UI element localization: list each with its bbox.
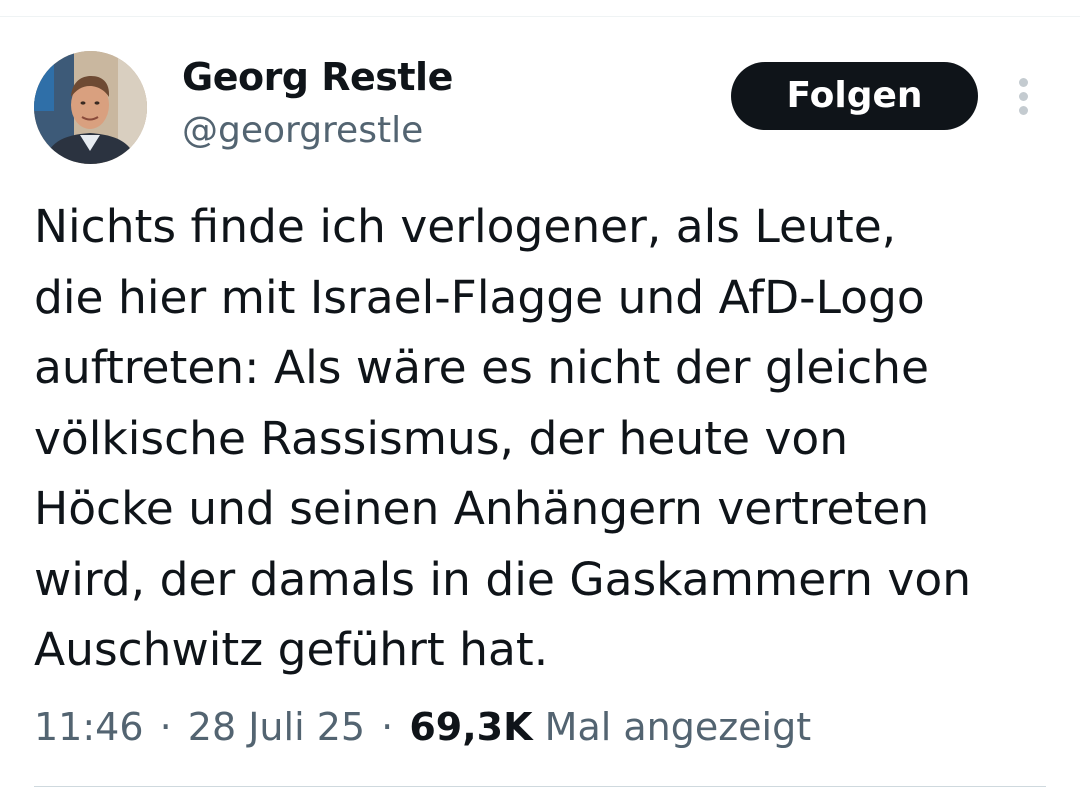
bottom-divider xyxy=(34,786,1046,787)
author-display-name[interactable]: Georg Restle xyxy=(182,52,453,102)
tweet-text-line: wird, der damals in die Gaskammern von xyxy=(34,552,972,606)
view-count: 69,3K xyxy=(409,705,533,749)
tweet-time[interactable]: 11:46 xyxy=(34,705,144,749)
tweet-text: Nichts finde ich verlogener, als Leute, … xyxy=(34,192,1054,686)
tweet-date[interactable]: 28 Juli 25 xyxy=(188,705,365,749)
tweet-text-line: Höcke und seinen Anhängern vertreten xyxy=(34,482,930,535)
tweet-meta: 11:46 · 28 Juli 25 · 69,3K Mal angezeigt xyxy=(34,701,811,753)
tweet-text-line: Nichts finde ich verlogener, als Leute, xyxy=(34,200,897,253)
avatar-photo-icon xyxy=(34,51,147,164)
view-count-label: Mal angezeigt xyxy=(544,705,812,749)
avatar[interactable] xyxy=(34,51,147,164)
follow-button[interactable]: Folgen xyxy=(731,62,978,130)
meta-separator: · xyxy=(159,705,172,749)
top-divider xyxy=(0,16,1080,17)
more-options-button[interactable] xyxy=(1006,76,1040,116)
author-handle[interactable]: @georgrestle xyxy=(182,107,423,155)
meta-separator: · xyxy=(381,705,394,749)
tweet-text-line: völkische Rassismus, der heute von xyxy=(34,411,849,465)
tweet-text-line: auftreten: Als wäre es nicht der gleiche xyxy=(34,341,929,394)
tweet-text-line: Auschwitz geführt hat. xyxy=(34,623,549,676)
tweet-text-line: die hier mit Israel-Flagge und AfD-Logo xyxy=(34,270,925,324)
